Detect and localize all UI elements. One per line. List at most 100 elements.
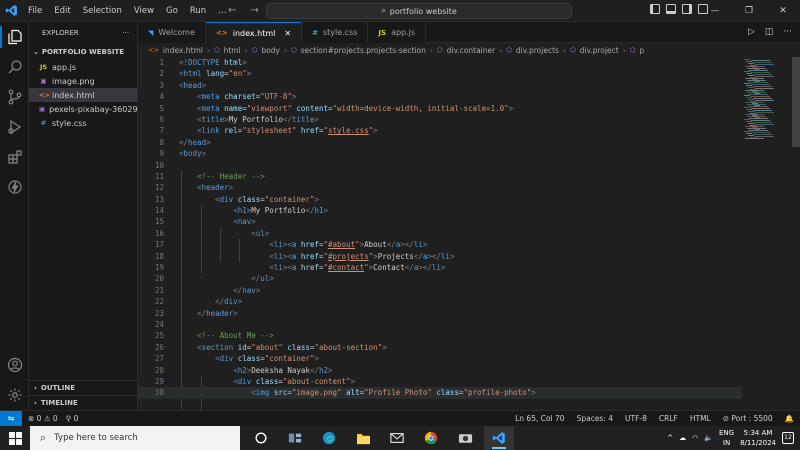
wifi-icon[interactable]: ◠ — [692, 434, 698, 442]
workspace-folder[interactable]: ⌄ PORTFOLIO WEBSITE — [29, 44, 137, 60]
notification-center-badge[interactable]: 12 — [782, 432, 794, 444]
encoding[interactable]: UTF-8 — [625, 411, 647, 427]
edge-browser-icon[interactable] — [314, 426, 344, 450]
code-line[interactable]: 11 <!-- Header --> — [138, 171, 742, 182]
file-item[interactable]: JS app.js — [29, 60, 137, 74]
back-arrow-icon[interactable]: ← — [228, 0, 236, 22]
code-line[interactable]: 5 <meta name="viewport" content="width=d… — [138, 103, 742, 114]
code-line[interactable]: 6 <title>My Portfolio</title> — [138, 114, 742, 125]
problems-indicator[interactable]: ⊗ 0 ⚠ 0 — [28, 414, 58, 423]
code-line[interactable]: 4 <meta charset="UTF-8"> — [138, 91, 742, 102]
code-line[interactable]: 29 <div class="about-content"> — [138, 376, 742, 387]
code-line[interactable]: 15 <nav> — [138, 216, 742, 227]
code-line[interactable]: 8 </head> — [138, 137, 742, 148]
file-item[interactable]: <> index.html — [29, 88, 137, 102]
command-center-search[interactable]: ⌕ portfolio website — [266, 3, 572, 19]
explorer-icon[interactable] — [0, 22, 29, 52]
ports-indicator[interactable]: ⚲ 0 — [66, 414, 79, 423]
code-line[interactable]: 21 </nav> — [138, 285, 742, 296]
timeline-section[interactable]: › TIMELINE — [29, 395, 138, 409]
code-line[interactable]: 24 — [138, 319, 742, 330]
code-editor[interactable]: 1 <!DOCTYPE html> 2 <html lang="en"> 3 <head>… — [138, 57, 742, 410]
cursor-position[interactable]: Ln 65, Col 70 — [515, 411, 564, 427]
menu-item[interactable]: Run — [184, 0, 212, 22]
chrome-browser-icon[interactable] — [416, 426, 446, 450]
menu-item[interactable]: View — [128, 0, 160, 22]
restore-button[interactable]: ❐ — [732, 0, 766, 22]
mail-icon[interactable] — [382, 426, 412, 450]
code-line[interactable]: 2 <html lang="en"> — [138, 68, 742, 79]
clock[interactable]: 5:34 AM 8/11/2024 — [740, 428, 776, 448]
tab-app-js[interactable]: JS app.js — [368, 22, 427, 43]
source-control-icon[interactable] — [0, 82, 29, 112]
remote-indicator[interactable]: ⇋ — [0, 410, 22, 427]
live-server-port[interactable]: ⊘ Port : 5500 — [723, 411, 773, 427]
file-explorer-icon[interactable] — [348, 426, 378, 450]
code-line[interactable]: 7 <link rel="stylesheet" href="style.css… — [138, 125, 742, 136]
code-line[interactable]: 25 <!-- About Me --> — [138, 330, 742, 341]
file-item[interactable]: ▣ pexels-pixabay-36029... — [29, 102, 137, 116]
more-actions-icon[interactable]: ··· — [783, 22, 792, 43]
code-line[interactable]: 30 <img src="image.png" alt="Profile Pho… — [138, 387, 742, 399]
search-view-icon[interactable] — [0, 52, 29, 82]
breadcrumb-item[interactable]: html — [224, 46, 241, 55]
tab-index-html[interactable]: <> index.html ✕ — [205, 22, 303, 43]
end-of-line[interactable]: CRLF — [659, 411, 678, 427]
breadcrumb-item[interactable]: div.container — [447, 46, 496, 55]
code-line[interactable]: 27 <div class="container"> — [138, 353, 742, 364]
code-line[interactable]: 23 </header> — [138, 308, 742, 319]
close-window-button[interactable]: ✕ — [766, 0, 800, 22]
code-line[interactable]: 12 <header> — [138, 182, 742, 193]
code-line[interactable]: 28 <h2>Deeksha Nayak</h2> — [138, 365, 742, 376]
breadcrumb-item[interactable]: div.project — [580, 46, 619, 55]
close-tab-icon[interactable]: ✕ — [284, 29, 291, 38]
code-line[interactable]: 20 </ul> — [138, 273, 742, 284]
code-line[interactable]: 10 — [138, 160, 742, 171]
task-view-icon[interactable] — [246, 426, 276, 450]
code-line[interactable]: 9 <body> — [138, 148, 742, 159]
code-line[interactable]: 22 </div> — [138, 296, 742, 307]
breadcrumb-item[interactable]: body — [261, 46, 280, 55]
code-line[interactable]: 19 <li><a href="#contact">Contact</a></l… — [138, 262, 742, 273]
live-server-icon[interactable] — [0, 172, 29, 202]
minimap[interactable] — [742, 57, 792, 410]
code-line[interactable]: 26 <section id="about" class="about-sect… — [138, 342, 742, 353]
settings-gear-icon[interactable] — [0, 380, 29, 410]
volume-icon[interactable]: 🔈 — [704, 434, 713, 442]
account-icon[interactable] — [0, 350, 29, 380]
menu-item[interactable]: Edit — [48, 0, 76, 22]
split-editor-icon[interactable]: ◫ — [765, 22, 774, 43]
extensions-icon[interactable] — [0, 142, 29, 172]
language-mode[interactable]: HTML — [690, 411, 711, 427]
menu-item[interactable]: Go — [160, 0, 184, 22]
breadcrumb-item[interactable]: index.html — [163, 46, 203, 55]
file-item[interactable]: # style.css — [29, 116, 137, 130]
run-debug-icon[interactable] — [0, 112, 29, 142]
file-item[interactable]: ▣ image.png — [29, 74, 137, 88]
camera-app-icon[interactable] — [450, 426, 480, 450]
code-line[interactable]: 17 <li><a href="#about">About</a></li> — [138, 239, 742, 250]
tab-welcome[interactable]: ◥ Welcome — [138, 22, 206, 43]
toggle-sidebar-icon[interactable] — [650, 4, 660, 14]
forward-arrow-icon[interactable]: → — [250, 0, 258, 22]
code-line[interactable]: 13 <div class="container"> — [138, 194, 742, 205]
explorer-more-actions-icon[interactable]: ··· — [122, 29, 129, 37]
code-line[interactable]: 18 <li><a href="#projects">Projects</a><… — [138, 251, 742, 262]
widgets-icon[interactable] — [280, 426, 310, 450]
indentation[interactable]: Spaces: 4 — [577, 411, 613, 427]
vertical-scrollbar[interactable] — [792, 57, 800, 410]
vscode-taskbar-icon[interactable] — [484, 426, 514, 450]
menu-item[interactable]: Selection — [77, 0, 128, 22]
minimize-button[interactable]: — — [698, 0, 732, 22]
menu-item[interactable]: File — [22, 0, 48, 22]
input-language[interactable]: ENG IN — [719, 428, 734, 448]
code-line[interactable]: 3 <head> — [138, 80, 742, 91]
breadcrumb-item[interactable]: section#projects.projects-section — [301, 46, 426, 55]
breadcrumb-item[interactable]: div.projects — [516, 46, 559, 55]
tab-style-css[interactable]: # style.css — [302, 22, 369, 43]
code-line[interactable]: 1 <!DOCTYPE html> — [138, 57, 742, 68]
toggle-secondary-sidebar-icon[interactable] — [682, 4, 692, 14]
run-play-icon[interactable]: ▷ — [748, 22, 755, 43]
breadcrumb-item[interactable]: p — [639, 46, 644, 55]
notifications-bell-icon[interactable]: 🔔 — [785, 411, 794, 427]
